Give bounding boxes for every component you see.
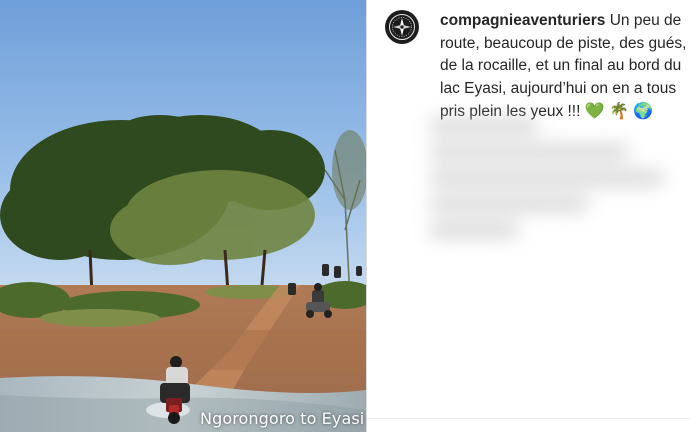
post-details-panel: compagnieaventuriers Un peu de route, be… <box>367 0 690 432</box>
compass-logo-icon <box>386 11 418 43</box>
video-frame <box>0 0 366 432</box>
avatar[interactable] <box>385 10 419 44</box>
post-video[interactable]: Ngorongoro to Eyasi <box>0 0 366 432</box>
video-overlay-text: Ngorongoro to Eyasi <box>200 409 365 428</box>
blurred-content <box>429 110 679 250</box>
post-username[interactable]: compagnieaventuriers <box>440 12 605 29</box>
post-caption: compagnieaventuriers Un peu de route, be… <box>440 10 690 124</box>
section-separator <box>367 418 690 419</box>
